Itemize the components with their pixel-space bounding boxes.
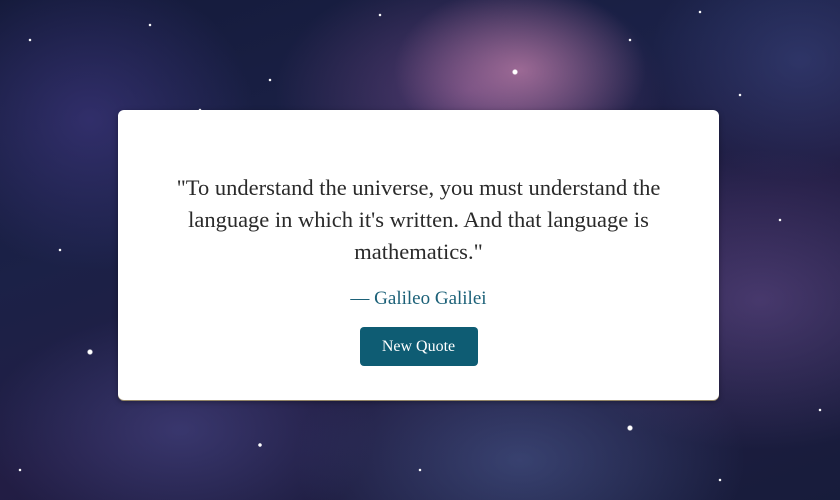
quote-text: "To understand the universe, you must un… bbox=[176, 175, 661, 264]
quote-author: — Galileo Galilei bbox=[350, 288, 487, 309]
quote-card: "To understand the universe, you must un… bbox=[118, 110, 719, 400]
new-quote-button[interactable]: New Quote bbox=[359, 327, 478, 366]
